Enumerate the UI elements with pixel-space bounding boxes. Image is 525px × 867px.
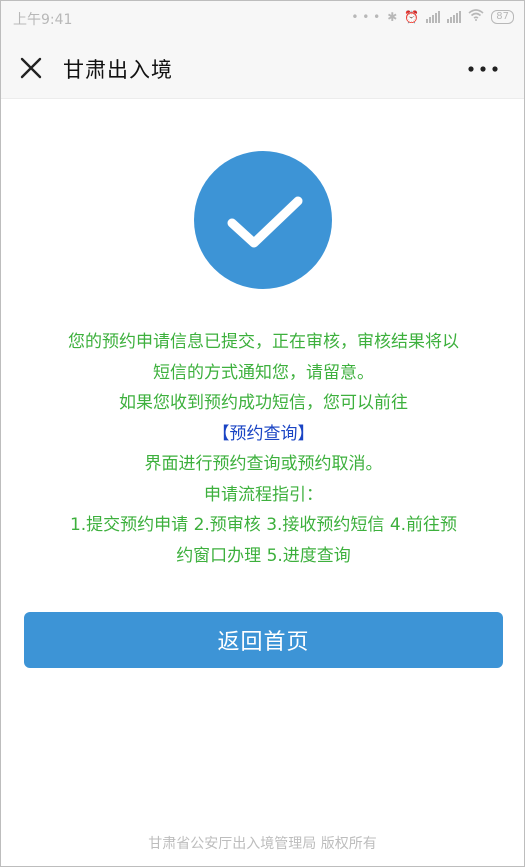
message-line: 您的预约申请信息已提交，正在审核，审核结果将以 — [68, 332, 459, 352]
app-frame: 上午9:41 • • • ✱ ⏰ 87 甘肃出入境 您的预约申请信息已提交，正在… — [0, 0, 525, 867]
status-time: 上午9:41 — [13, 12, 73, 28]
signal-icon-2 — [447, 10, 462, 23]
checkmark-icon — [194, 151, 332, 289]
signal-icon — [426, 10, 441, 23]
process-guide-steps: 约窗口办理 5.进度查询 — [176, 545, 351, 566]
nav-bar: 甘肃出入境 — [1, 37, 524, 99]
process-guide-steps: 1.提交预约申请 2.预审核 3.接收预约短信 4.前往预 — [69, 515, 458, 535]
message-line: 短信的方式通知您，请留意。 — [153, 362, 374, 383]
dots-icon: • • • — [351, 9, 381, 24]
close-icon[interactable] — [19, 56, 43, 80]
more-icon[interactable] — [466, 59, 500, 79]
status-message: 您的预约申请信息已提交，正在审核，审核结果将以 短信的方式通知您，请留意。 如果… — [25, 327, 502, 571]
bluetooth-icon: ✱ — [387, 9, 398, 24]
status-icons: • • • ✱ ⏰ 87 — [351, 9, 514, 24]
copyright-footer: 甘肃省公安厅出入境管理局 版权所有 — [148, 836, 377, 852]
appointment-query-link[interactable]: 【预约查询】 — [213, 424, 315, 444]
message-line: 如果您收到预约成功短信，您可以前往 — [119, 393, 408, 413]
nav-title: 甘肃出入境 — [63, 58, 173, 82]
battery-icon: 87 — [491, 9, 514, 24]
back-to-home-button[interactable]: 返回首页 — [24, 612, 503, 668]
status-bar: 上午9:41 • • • ✱ ⏰ 87 — [1, 1, 524, 37]
process-guide-title: 申请流程指引： — [204, 484, 323, 505]
message-line: 界面进行预约查询或预约取消。 — [144, 454, 383, 474]
alarm-icon: ⏰ — [404, 9, 420, 24]
wifi-icon — [468, 9, 484, 24]
